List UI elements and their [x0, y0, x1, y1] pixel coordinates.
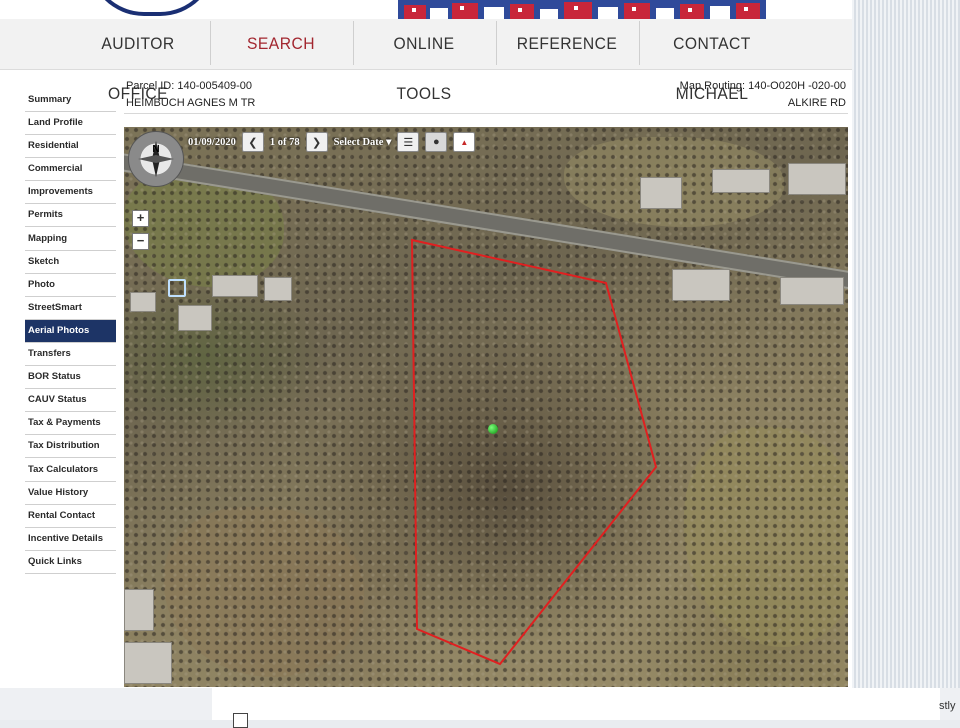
sidebar-item-residential[interactable]: Residential [25, 135, 116, 159]
fullscreen-icon[interactable] [168, 279, 186, 297]
chevron-right-icon: ❯ [311, 136, 322, 149]
sidebar-item-quick-links[interactable]: Quick Links [25, 551, 116, 574]
nav-divider [639, 21, 640, 65]
nav-contact-michael[interactable]: CONTACT MICHAEL [653, 19, 771, 103]
nav-reference[interactable]: REFERENCE [516, 19, 617, 69]
compass-north-label: N [152, 144, 159, 155]
parcel-header-row: Parcel ID: 140-005409-00 Map Routing: 14… [124, 80, 848, 94]
sidebar-item-cauv-status[interactable]: CAUV Status [25, 389, 116, 413]
photo-date: 01/09/2020 [188, 136, 236, 148]
owner-name: HEIMBUCH AGNES M TR [126, 97, 256, 109]
sidebar-item-rental-contact[interactable]: Rental Contact [25, 505, 116, 528]
sidebar-item-tax-distribution[interactable]: Tax Distribution [25, 435, 116, 459]
sidebar-item-photo[interactable]: Photo [25, 274, 116, 297]
background-stripes [852, 0, 960, 720]
nav-divider [353, 21, 354, 65]
select-date-dropdown[interactable]: Select Date ▾ [334, 136, 392, 148]
page: AUDITOR OFFICE SEARCH ONLINE TOOLS REFER… [0, 0, 852, 690]
auditor-logo[interactable] [88, 0, 216, 16]
pdf-button[interactable]: ▲ [453, 132, 476, 152]
sidebar-item-land-profile[interactable]: Land Profile [25, 112, 116, 136]
sidebar-item-incentive-details[interactable]: Incentive Details [25, 528, 116, 551]
sidebar-item-tax-payments[interactable]: Tax & Payments [25, 412, 116, 436]
street-name: ALKIRE RD [787, 97, 846, 109]
parcel-id: Parcel ID: 140-005409-00 [126, 80, 252, 92]
layers-icon: ☰ [403, 136, 414, 149]
pdf-icon: ▲ [460, 137, 469, 147]
chevron-left-icon: ❮ [248, 136, 258, 149]
nav-online-tools[interactable]: ONLINE TOOLS [371, 19, 478, 103]
aerial-map[interactable]: N + − 01/09/2020 ❮ 1 of 78 ❯ Select Date… [124, 127, 848, 687]
nav-divider [210, 21, 211, 65]
parcel-outline [410, 238, 658, 666]
sidebar-item-summary[interactable]: Summary [25, 89, 116, 112]
sidebar-item-streetsmart[interactable]: StreetSmart [25, 297, 116, 320]
compass-rose-icon: N [138, 141, 174, 177]
nav-auditor-office[interactable]: AUDITOR OFFICE [83, 19, 193, 103]
nav-search[interactable]: SEARCH [230, 19, 331, 69]
next-photo-button[interactable]: ❯ [305, 132, 328, 152]
nav-divider [496, 21, 497, 65]
sidebar-item-transfers[interactable]: Transfers [25, 343, 116, 367]
header-banner [398, 0, 766, 19]
photo-page-count: 1 of 78 [269, 136, 300, 148]
parcel-owner-row: HEIMBUCH AGNES M TR ALKIRE RD [124, 97, 848, 111]
zoom-out-button[interactable]: − [132, 233, 149, 250]
sidebar-item-aerial-photos[interactable]: Aerial Photos [25, 319, 116, 343]
sidebar-item-tax-calculators[interactable]: Tax Calculators [25, 459, 116, 482]
sidebar-item-sketch[interactable]: Sketch [25, 251, 116, 274]
prev-photo-button[interactable]: ❮ [241, 132, 264, 152]
sidebar-item-bor-status[interactable]: BOR Status [25, 366, 116, 390]
parcel-marker-icon[interactable] [488, 424, 498, 434]
zoom-in-button[interactable]: + [132, 210, 149, 227]
pin-icon: ● [433, 136, 440, 148]
sidebar-item-mapping[interactable]: Mapping [25, 228, 116, 251]
pin-button[interactable]: ● [425, 132, 448, 152]
info-divider [124, 113, 848, 114]
map-toolbar: 01/09/2020 ❮ 1 of 78 ❯ Select Date ▾ ☰ ●… [188, 131, 476, 153]
bottom-right-text: stly [939, 700, 956, 712]
layers-button[interactable]: ☰ [397, 132, 420, 152]
sidebar: Summary Land Profile Residential Commerc… [25, 89, 116, 574]
sidebar-item-value-history[interactable]: Value History [25, 482, 116, 505]
sidebar-item-commercial[interactable]: Commercial [25, 158, 116, 182]
compass-icon[interactable]: N [128, 131, 184, 187]
consent-checkbox[interactable] [233, 713, 248, 728]
main-nav: AUDITOR OFFICE SEARCH ONLINE TOOLS REFER… [0, 19, 852, 103]
bottom-panel [212, 688, 940, 720]
map-routing: Map Routing: 140-O020H -020-00 [679, 80, 846, 92]
sidebar-item-permits[interactable]: Permits [25, 204, 116, 228]
sidebar-item-improvements[interactable]: Improvements [25, 181, 116, 205]
